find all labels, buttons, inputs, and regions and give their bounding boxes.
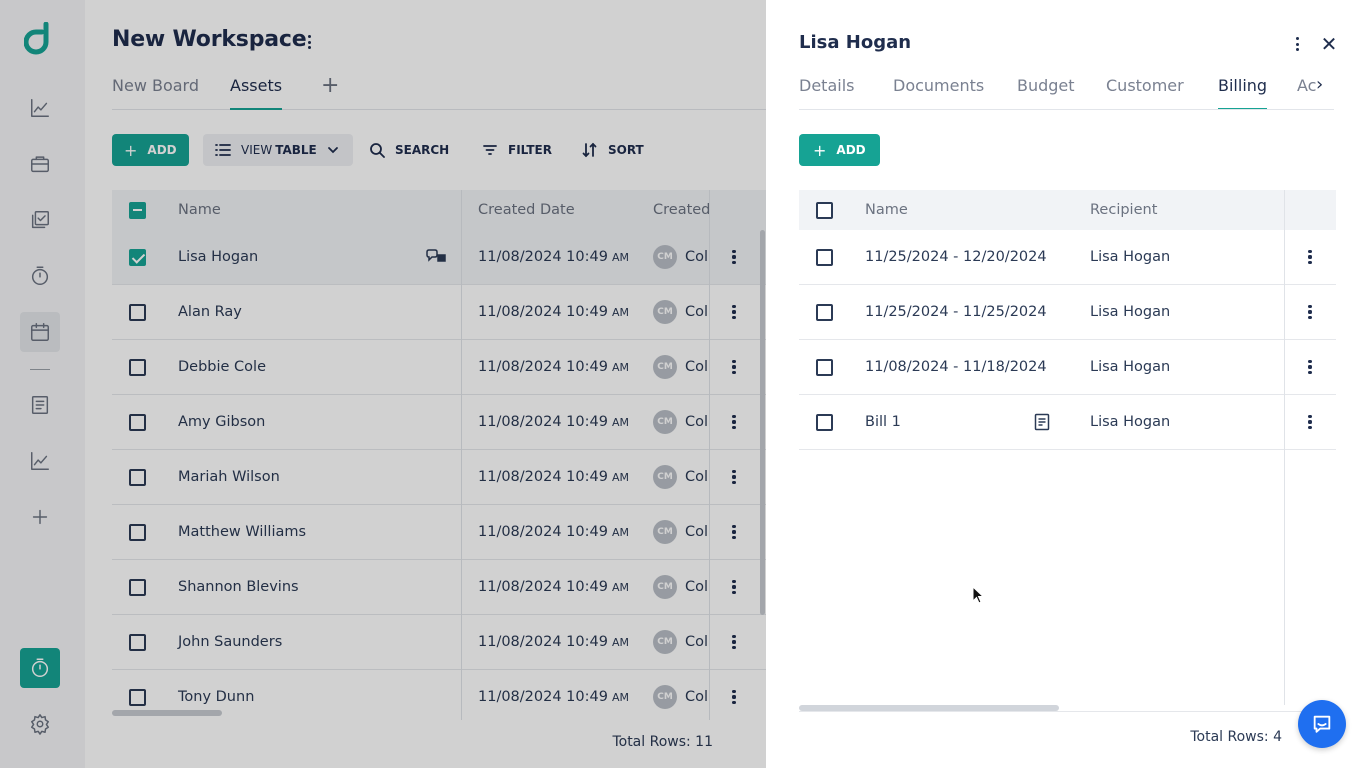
bill-name: 11/08/2024 - 11/18/2024 [865,359,1047,375]
bill-name: 11/25/2024 - 12/20/2024 [865,249,1047,265]
row-more-icon[interactable] [1302,285,1318,339]
row-checkbox[interactable] [816,248,833,266]
chat-support-button[interactable] [1298,700,1346,748]
row-more-icon[interactable] [1302,230,1318,284]
tab-documents[interactable]: Documents [893,76,984,109]
billing-row[interactable]: 11/08/2024 - 11/18/2024 Lisa Hogan [799,340,1336,395]
bill-recipient: Lisa Hogan [1090,359,1171,375]
billing-row[interactable]: 11/25/2024 - 11/25/2024 Lisa Hogan [799,285,1336,340]
row-more-icon[interactable] [1302,340,1318,394]
tab-details[interactable]: Details [799,76,854,109]
chat-icon [1313,715,1331,733]
panel-tabs: Details Documents Budget Customer Billin… [799,76,1334,110]
billing-table-header: Name Recipient [799,190,1336,230]
chevron-right-icon[interactable]: › [1316,76,1332,96]
billing-total-rows: Total Rows: 4 [1190,729,1282,745]
add-bill-button[interactable]: + ADD [799,134,880,166]
row-more-icon[interactable] [1302,395,1318,449]
document-icon[interactable] [1033,395,1051,449]
billing-row[interactable]: 11/25/2024 - 12/20/2024 Lisa Hogan [799,230,1336,285]
bill-name: Bill 1 [865,414,901,430]
mouse-cursor-icon [972,586,984,604]
select-all-checkbox[interactable] [816,201,833,219]
bill-name: 11/25/2024 - 11/25/2024 [865,304,1047,320]
tab-billing[interactable]: Billing [1218,76,1268,109]
billing-row[interactable]: Bill 1 Lisa Hogan [799,395,1336,450]
add-bill-label: ADD [836,143,866,157]
tab-budget[interactable]: Budget [1017,76,1075,109]
bill-recipient: Lisa Hogan [1090,414,1171,430]
panel-title: Lisa Hogan [799,32,912,53]
more-options-icon[interactable] [1289,35,1305,53]
close-icon[interactable]: ✕ [1318,34,1340,56]
row-checkbox[interactable] [816,358,833,376]
tab-activity[interactable]: Ac [1297,76,1316,109]
column-header-name[interactable]: Name [865,190,908,230]
table-footer-divider [799,711,1336,712]
bill-recipient: Lisa Hogan [1090,249,1171,265]
row-checkbox[interactable] [816,303,833,321]
column-divider [1284,190,1285,705]
detail-panel: Lisa Hogan ✕ Details Documents Budget Cu… [766,0,1366,768]
plus-icon: + [813,140,827,160]
modal-backdrop[interactable] [0,0,766,768]
column-header-recipient[interactable]: Recipient [1090,190,1157,230]
billing-table: Name Recipient 11/25/2024 - 12/20/2024 Li… [799,190,1336,705]
row-checkbox[interactable] [816,413,833,431]
bill-recipient: Lisa Hogan [1090,304,1171,320]
tab-customer[interactable]: Customer [1106,76,1184,109]
